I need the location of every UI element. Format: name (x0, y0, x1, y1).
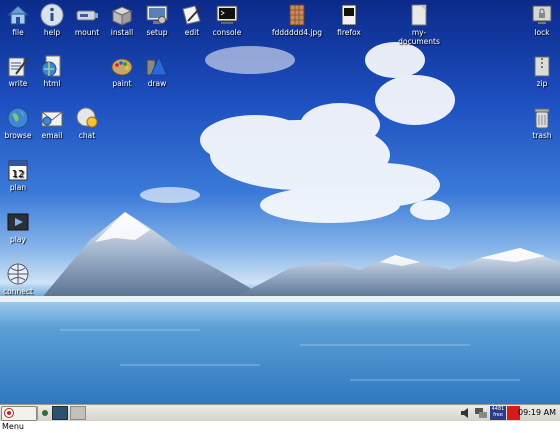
menu-label: Menu (2, 422, 24, 431)
taskbar-separator (37, 406, 38, 420)
monitor-settings-icon (146, 5, 168, 24)
workspace-switcher-icon[interactable] (40, 406, 50, 420)
desktop-icon-play[interactable]: play (0, 210, 43, 244)
network-globe-icon (7, 263, 29, 285)
desktop-icon-label: html (43, 79, 61, 88)
clock[interactable]: 09:19 AM (518, 407, 556, 419)
menu-button[interactable]: Menu (1, 406, 37, 431)
desktop-icon-label: setup (146, 28, 168, 37)
desktop-icon-label: trash (532, 131, 552, 140)
wallpaper-scene (0, 42, 560, 404)
desktop-icon-console[interactable]: console (202, 3, 252, 37)
desktop-icon-label: install (110, 28, 134, 37)
usb-drive-icon (76, 10, 98, 21)
package-box-icon (111, 6, 133, 26)
info-icon (40, 3, 64, 27)
trash-can-icon (534, 108, 550, 129)
desktop-icon-label: mount (74, 28, 100, 37)
desktop-icon-label: zip (536, 79, 548, 88)
desktop[interactable]: file help mount install setup edit conso… (0, 0, 560, 404)
desktop-icon-label: play (10, 235, 26, 244)
desktop-icon-label: lock (534, 28, 550, 37)
network-status-icon[interactable] (474, 407, 488, 419)
desktop-icon-label: plan (9, 183, 27, 192)
free-space-indicator[interactable]: 4481 free (490, 406, 506, 420)
desktop-icon-label: firefox (337, 28, 361, 37)
desktop-icon-label: edit (184, 28, 200, 37)
draw-shapes-icon (146, 55, 168, 76)
desktop-icon-label: chat (78, 131, 96, 140)
desktop-icon-draw[interactable]: draw (132, 54, 182, 88)
desktop-icon-label: email (41, 131, 63, 140)
taskbar: Menu 4481 free 09:19 AM (0, 404, 560, 431)
terminal-icon (216, 5, 238, 24)
desktop-icon-label: console (212, 28, 242, 37)
desktop-icon-label: write (8, 79, 28, 88)
padlock-icon (532, 5, 552, 24)
desktop-icon-label: help (43, 28, 61, 37)
desktop-icon-html[interactable]: html (27, 54, 77, 88)
desktop-icon-label: fdddddd4.jpg (272, 28, 322, 37)
desktop-pager-2[interactable] (70, 406, 86, 420)
desktop-pager-1[interactable] (52, 406, 68, 420)
desktop-icon-label: connect (3, 287, 33, 296)
puppy-logo-icon (4, 408, 14, 418)
desktop-icon-firefox[interactable]: firefox (324, 3, 374, 37)
desktop-icon-zip[interactable]: zip (517, 54, 560, 88)
image-file-icon (289, 4, 305, 26)
desktop-icon-plan[interactable]: 12 plan (0, 158, 43, 192)
free-space-label: free (493, 412, 503, 418)
archive-icon (534, 56, 550, 77)
desktop-icon-image[interactable]: fdddddd4.jpg (272, 3, 322, 37)
desktop-icon-label: draw (147, 79, 167, 88)
media-player-icon (7, 213, 29, 231)
volume-icon[interactable] (460, 407, 470, 419)
desktop-icon-label: file (12, 28, 24, 37)
document-icon (411, 4, 427, 26)
desktop-icon-lock[interactable]: lock (517, 3, 560, 37)
desktop-icon-connect[interactable]: connect (0, 262, 43, 296)
envelope-icon (41, 111, 63, 127)
calendar-date: 12 (12, 169, 25, 180)
pen-paper-icon (182, 5, 202, 25)
desktop-icon-trash[interactable]: trash (517, 106, 560, 140)
firefox-icon (341, 4, 357, 26)
desktop-icon-label: my-documents (398, 28, 440, 46)
desktop-icon-my-documents[interactable]: my-documents (394, 3, 444, 46)
paint-palette-icon (111, 58, 133, 76)
chat-bubble-icon (76, 107, 98, 128)
web-page-icon (41, 55, 61, 77)
desktop-icon-label: paint (112, 79, 132, 88)
desktop-icon-chat[interactable]: chat (62, 106, 112, 140)
calendar-icon: 12 (8, 160, 28, 181)
